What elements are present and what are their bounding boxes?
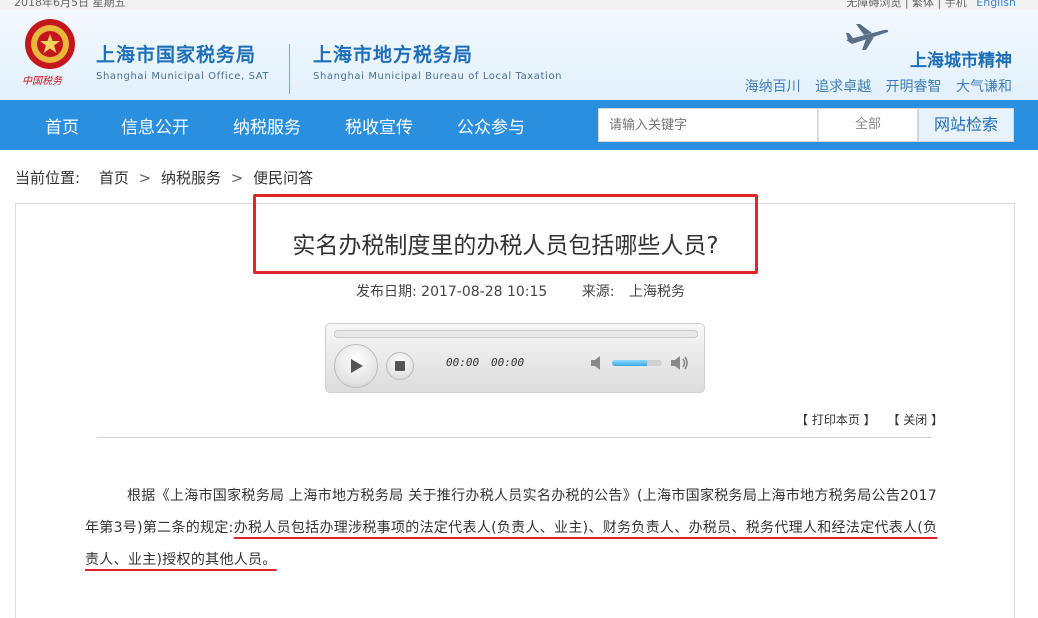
slogan-word: 大气谦和 — [956, 79, 1012, 95]
audio-player: 00:00 00:00 — [325, 323, 705, 393]
nav-public-participation[interactable]: 公众参与 — [457, 113, 525, 138]
source-value: 上海税务 — [628, 284, 685, 300]
slogan-word: 追求卓越 — [815, 79, 872, 95]
main-nav: 首页 信息公开 纳税服务 税收宣传 公众参与 全部 网站检索 — [0, 100, 1038, 150]
stop-button[interactable] — [386, 352, 414, 380]
search-scope-select[interactable]: 全部 — [818, 108, 918, 142]
top-strip: 2018年6月5日 星期五 无障碍浏览 | 繁体 | 手机 English — [0, 0, 1038, 10]
org-sat-english: Shanghai Municipal Office, SAT — [96, 71, 270, 82]
org-sat-name: 上海市国家税务局 — [96, 44, 257, 66]
volume-max-icon[interactable] — [670, 354, 690, 372]
breadcrumb-label: 当前位置: — [15, 169, 81, 187]
nav-home[interactable]: 首页 — [45, 113, 79, 138]
article-actions: 【 打印本页 】 【 关闭 】 — [796, 411, 943, 428]
content-divider — [97, 437, 931, 438]
close-page-link[interactable]: 【 关闭 】 — [887, 413, 943, 427]
org-local-english: Shanghai Municipal Bureau of Local Taxat… — [313, 71, 563, 82]
play-icon — [351, 359, 363, 373]
city-spirit-words: 海纳百川 追求卓越 开明睿智 大气谦和 — [735, 76, 1012, 96]
breadcrumb-separator: > — [230, 169, 244, 187]
duration-time: 00:00 — [491, 356, 525, 369]
volume-level — [612, 360, 647, 366]
current-date: 2018年6月5日 星期五 — [14, 0, 126, 9]
search-input[interactable] — [598, 108, 818, 142]
slogan-word: 开明睿智 — [885, 79, 942, 95]
city-spirit-title: 上海城市精神 — [910, 51, 1012, 71]
accessibility-links[interactable]: 无障碍浏览 | 繁体 | 手机 — [846, 0, 966, 9]
org-sat: 上海市国家税务局 Shanghai Municipal Office, SAT — [96, 40, 269, 82]
nav-tax-publicity[interactable]: 税收宣传 — [345, 113, 413, 138]
org-local-name: 上海市地方税务局 — [313, 44, 474, 66]
emblem-caption: 中国税务 — [22, 76, 62, 87]
site-search-button[interactable]: 网站检索 — [918, 108, 1014, 142]
org-local: 上海市地方税务局 Shanghai Municipal Bureau of Lo… — [313, 40, 562, 82]
site-header: 中国税务 上海市国家税务局 Shanghai Municipal Office,… — [0, 10, 1038, 100]
print-page-link[interactable]: 【 打印本页 】 — [796, 413, 876, 427]
audio-progress-bar[interactable] — [334, 330, 698, 338]
nav-taxpayer-service[interactable]: 纳税服务 — [233, 113, 301, 138]
source-label: 来源: — [581, 284, 615, 300]
tax-emblem-icon — [25, 19, 75, 69]
english-link[interactable]: English — [976, 0, 1016, 9]
publish-date: 2017-08-28 10:15 — [421, 284, 548, 300]
breadcrumb-home[interactable]: 首页 — [99, 169, 129, 187]
volume-mute-icon[interactable] — [590, 354, 608, 372]
play-button[interactable] — [334, 344, 378, 388]
breadcrumb-separator: > — [138, 169, 152, 187]
airplane-icon — [846, 24, 889, 50]
nav-info-disclosure[interactable]: 信息公开 — [121, 113, 189, 138]
breadcrumb-faq[interactable]: 便民问答 — [253, 169, 313, 187]
breadcrumb-taxpayer-service[interactable]: 纳税服务 — [161, 169, 221, 187]
top-links: 无障碍浏览 | 繁体 | 手机 English — [846, 0, 1016, 10]
article-title: 实名办税制度里的办税人员包括哪些人员? — [292, 233, 719, 259]
current-time: 00:00 — [446, 356, 480, 369]
slogan-word: 海纳百川 — [744, 79, 801, 95]
article-meta: 发布日期: 2017-08-28 10:15 来源: 上海税务 — [356, 281, 685, 301]
publish-date-label: 发布日期: — [356, 284, 417, 300]
article-body: 根据《上海市国家税务局 上海市地方税务局 关于推行办税人员实名办税的公告》(上海… — [85, 480, 940, 576]
org-divider — [289, 44, 290, 94]
stop-icon — [395, 361, 405, 371]
breadcrumb: 当前位置: 首页 > 纳税服务 > 便民问答 — [15, 167, 313, 188]
volume-slider[interactable] — [612, 360, 662, 366]
